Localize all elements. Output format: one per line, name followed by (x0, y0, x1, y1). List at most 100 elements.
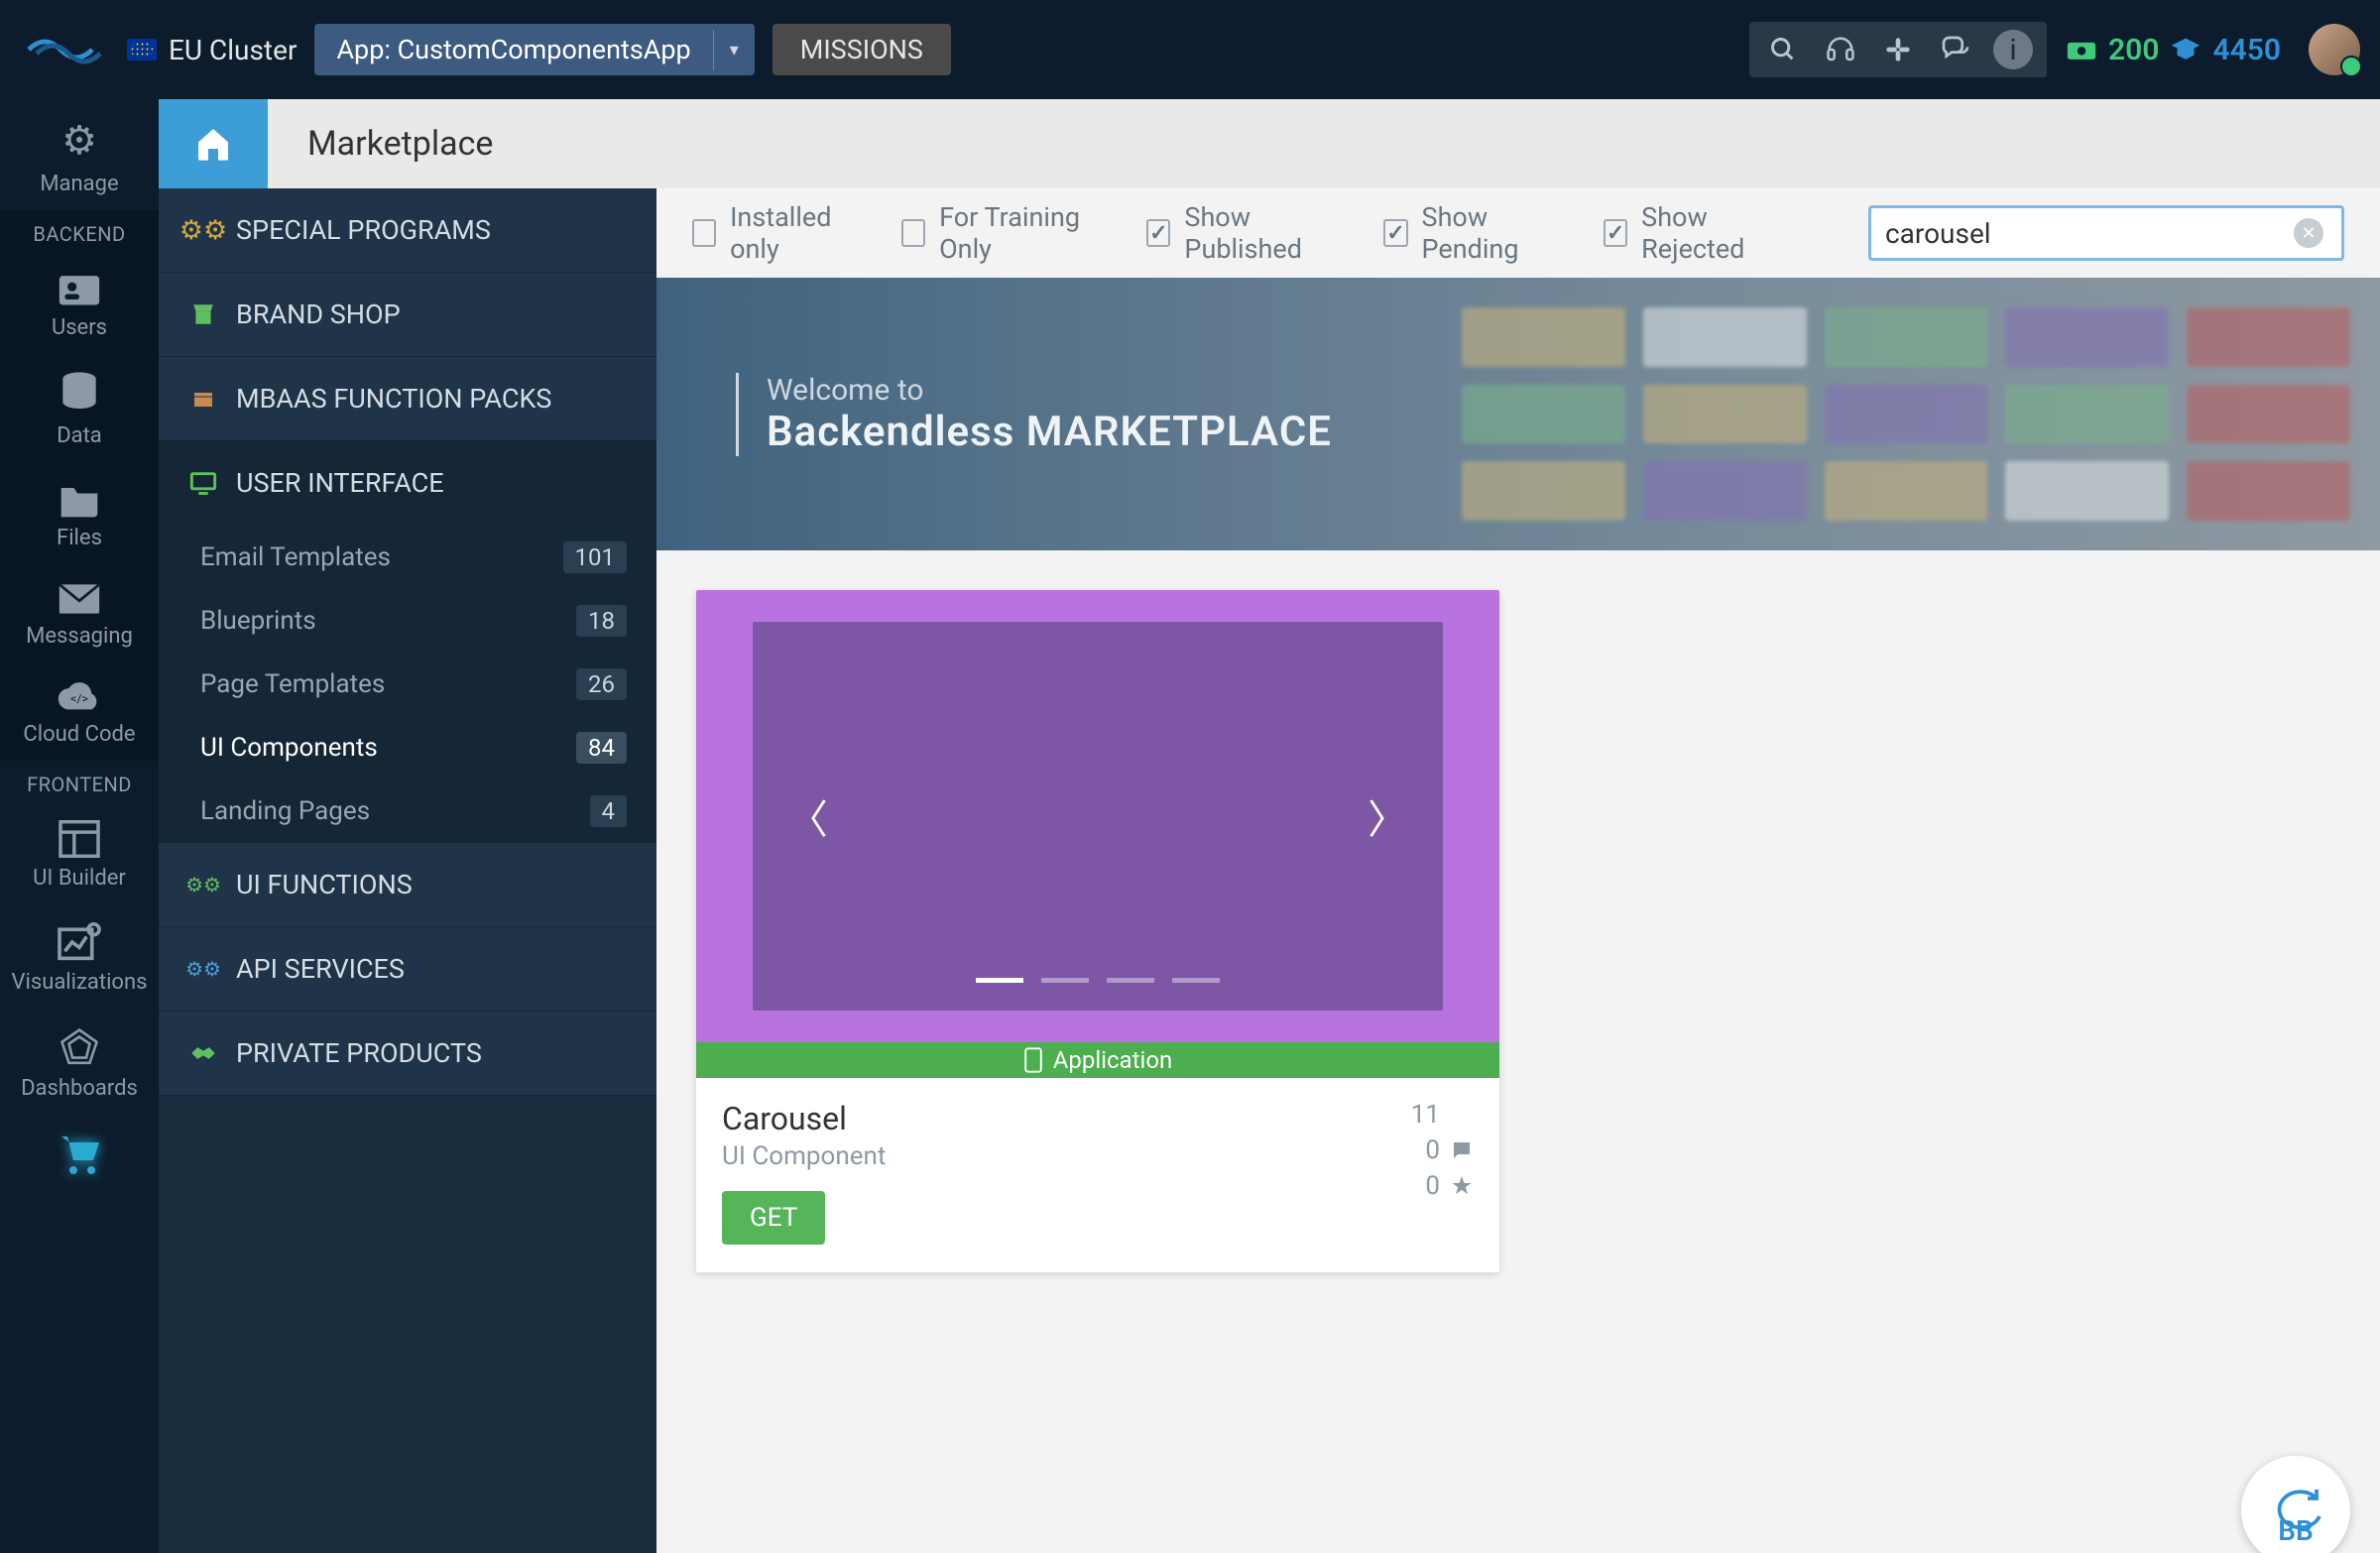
card-image: 〈 〉 (696, 590, 1499, 1042)
points-display: 200 4450 (2065, 33, 2281, 67)
phone-icon (1023, 1047, 1043, 1073)
envelope-icon (58, 582, 101, 616)
cat-special[interactable]: ⚙⚙ SPECIAL PROGRAMS (159, 188, 656, 273)
points-green: 200 (2108, 33, 2159, 67)
layout-icon (59, 820, 100, 858)
rail-files[interactable]: Files (0, 462, 159, 564)
chevron-left-icon: 〈 (788, 787, 828, 845)
id-card-icon (58, 270, 101, 307)
page-header: Marketplace (159, 99, 2380, 188)
cat-mbaas[interactable]: MBAAS FUNCTION PACKS (159, 357, 656, 441)
clear-search-icon[interactable]: ✕ (2294, 218, 2323, 248)
box-icon (188, 384, 218, 414)
stat-stars: 0 (1425, 1171, 1474, 1201)
avatar[interactable] (2309, 24, 2360, 75)
filter-bar: Installed only For Training Only Show Pu… (656, 188, 2380, 278)
svg-text:</>: </> (70, 692, 88, 706)
chevron-down-icon[interactable]: ▾ (713, 30, 755, 70)
search-input-wrap: ✕ (1868, 205, 2344, 261)
gears-icon: ⚙⚙ (188, 870, 218, 899)
rail-section-frontend: FRONTEND (0, 761, 159, 802)
chart-icon (58, 922, 101, 962)
gear-icon: ⚙ (61, 117, 97, 164)
search-input[interactable] (1885, 217, 2294, 250)
carousel-dots (976, 978, 1220, 983)
folder-icon (58, 480, 101, 518)
sub-landing-pages[interactable]: Landing Pages4 (159, 779, 656, 843)
cat-private[interactable]: PRIVATE PRODUCTS (159, 1012, 656, 1096)
app-label: App: CustomComponentsApp (314, 24, 712, 75)
hero-title: Backendless MARKETPLACE (767, 408, 1332, 456)
top-icon-group: i (1749, 22, 2047, 77)
results-grid: 〈 〉 Application Carousel UI Component (656, 550, 2380, 1312)
rail-section-backend: BACKEND (0, 210, 159, 252)
card-title: Carousel (722, 1100, 886, 1137)
sub-blueprints[interactable]: Blueprints18 (159, 589, 656, 653)
home-icon (193, 124, 233, 164)
cat-api[interactable]: ⚙⚙ API SERVICES (159, 927, 656, 1012)
hero-banner: Welcome to Backendless MARKETPLACE (656, 278, 2380, 550)
page: Marketplace ⚙⚙ SPECIAL PROGRAMS BRAND SH… (159, 99, 2380, 1553)
rail-messaging[interactable]: Messaging (0, 564, 159, 662)
info-icon[interactable]: i (1993, 30, 2033, 69)
get-button[interactable]: GET (722, 1191, 825, 1245)
slack-icon[interactable] (1872, 26, 1924, 73)
cluster-label: EU Cluster (169, 34, 297, 66)
search-icon[interactable] (1757, 26, 1809, 73)
shop-icon (188, 299, 218, 329)
gears-icon: ⚙⚙ (188, 215, 218, 245)
rail-visualizations[interactable]: Visualizations (0, 904, 159, 1009)
sub-email-templates[interactable]: Email Templates101 (159, 526, 656, 589)
grad-cap-icon (2169, 33, 2202, 66)
support-icon[interactable] (1815, 26, 1866, 73)
rail-users[interactable]: Users (0, 252, 159, 354)
page-title: Marketplace (268, 124, 493, 164)
stat-downloads: 11 (1411, 1100, 1474, 1130)
cat-ui[interactable]: USER INTERFACE (159, 441, 656, 526)
cat-uifn[interactable]: ⚙⚙ UI FUNCTIONS (159, 843, 656, 927)
app-selector[interactable]: App: CustomComponentsApp ▾ (314, 24, 754, 75)
cloud-code-icon: </> (57, 680, 102, 714)
points-blue: 4450 (2212, 33, 2281, 67)
home-button[interactable] (159, 99, 268, 188)
filter-pending[interactable]: Show Pending (1383, 201, 1564, 265)
database-icon (60, 372, 99, 416)
card-band: Application (696, 1042, 1499, 1078)
eu-flag-icon (127, 39, 157, 60)
handshake-icon (188, 1038, 218, 1068)
sub-ui-components[interactable]: UI Components84 (159, 716, 656, 779)
comment-icon (1450, 1138, 1474, 1162)
chat-icon[interactable] (1930, 26, 1981, 73)
bb-float-button[interactable]: BB (2241, 1456, 2350, 1553)
main-content: Installed only For Training Only Show Pu… (656, 188, 2380, 1553)
filter-rejected[interactable]: Show Rejected (1604, 201, 1789, 265)
chevron-right-icon: 〉 (1368, 787, 1407, 845)
result-card[interactable]: 〈 〉 Application Carousel UI Component (696, 590, 1499, 1272)
download-icon (1450, 1103, 1474, 1127)
star-icon (1450, 1174, 1474, 1198)
rail-dashboards[interactable]: Dashboards (0, 1009, 159, 1115)
filter-training[interactable]: For Training Only (901, 201, 1107, 265)
missions-button[interactable]: MISSIONS (773, 24, 951, 75)
filter-published[interactable]: Show Published (1146, 201, 1344, 265)
left-rail: ⚙ Manage BACKEND Users Data Files Messag… (0, 99, 159, 1553)
stat-comments: 0 (1425, 1135, 1474, 1165)
logo[interactable] (20, 25, 109, 74)
rail-manage[interactable]: ⚙ Manage (0, 99, 159, 210)
sub-page-templates[interactable]: Page Templates26 (159, 653, 656, 716)
cart-icon (56, 1133, 103, 1176)
money-icon (2065, 33, 2098, 66)
rail-data[interactable]: Data (0, 354, 159, 462)
cluster-selector[interactable]: EU Cluster (127, 34, 297, 66)
rail-uibuilder[interactable]: UI Builder (0, 802, 159, 904)
rail-marketplace[interactable] (0, 1115, 159, 1190)
hero-welcome: Welcome to (767, 373, 1332, 408)
gears-icon: ⚙⚙ (188, 954, 218, 984)
filter-installed[interactable]: Installed only (692, 201, 862, 265)
cat-brand[interactable]: BRAND SHOP (159, 273, 656, 357)
logo-icon (25, 27, 104, 72)
polygon-icon (59, 1026, 100, 1068)
category-sidebar: ⚙⚙ SPECIAL PROGRAMS BRAND SHOP MBAAS FUN… (159, 188, 656, 1553)
rail-cloudcode[interactable]: </> Cloud Code (0, 662, 159, 761)
monitor-icon (188, 468, 218, 498)
